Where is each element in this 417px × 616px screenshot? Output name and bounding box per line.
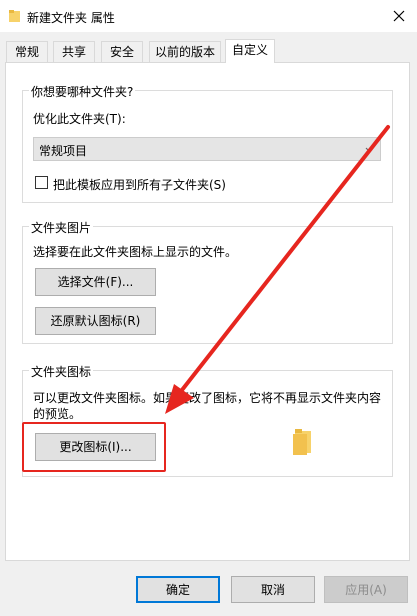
group-title: 文件夹图片 — [29, 219, 94, 236]
apply-button[interactable]: 应用(A) — [324, 576, 408, 603]
folder-icon — [293, 429, 311, 455]
apply-subfolders-label[interactable]: 把此模板应用到所有子文件夹(S) — [53, 176, 226, 193]
apply-subfolders-checkbox[interactable] — [35, 176, 48, 189]
restore-default-button[interactable]: 还原默认图标(R) — [35, 307, 156, 335]
folder-icon-description-line2: 的预览。 — [33, 407, 82, 421]
tab-general[interactable]: 常规 — [6, 41, 48, 62]
choose-file-button[interactable]: 选择文件(F)... — [35, 268, 156, 296]
selected-value: 常规项目 — [39, 144, 88, 158]
chevron-down-icon — [365, 147, 374, 153]
tab-customize[interactable]: 自定义 — [225, 39, 275, 63]
tab-security[interactable]: 安全 — [101, 41, 143, 62]
group-title: 文件夹图标 — [29, 363, 94, 380]
folder-icon-description-line1: 可以更改文件夹图标。如果更改了图标，它将不再显示文件夹内容 — [33, 391, 382, 405]
title-bar: 新建文件夹 属性 — [0, 0, 417, 32]
annotation-highlight-box — [22, 422, 166, 472]
close-icon[interactable] — [387, 4, 411, 28]
tab-sharing[interactable]: 共享 — [53, 41, 95, 62]
folder-type-select[interactable]: 常规项目 — [33, 137, 381, 161]
group-title: 你想要哪种文件夹? — [29, 83, 136, 100]
ok-button[interactable]: 确定 — [136, 576, 220, 603]
tab-previous-versions[interactable]: 以前的版本 — [149, 41, 221, 62]
folder-icon — [9, 10, 20, 22]
window-title: 新建文件夹 属性 — [27, 11, 115, 25]
cancel-button[interactable]: 取消 — [231, 576, 315, 603]
folder-picture-description: 选择要在此文件夹图标上显示的文件。 — [33, 245, 238, 259]
optimize-label: 优化此文件夹(T): — [33, 112, 126, 126]
